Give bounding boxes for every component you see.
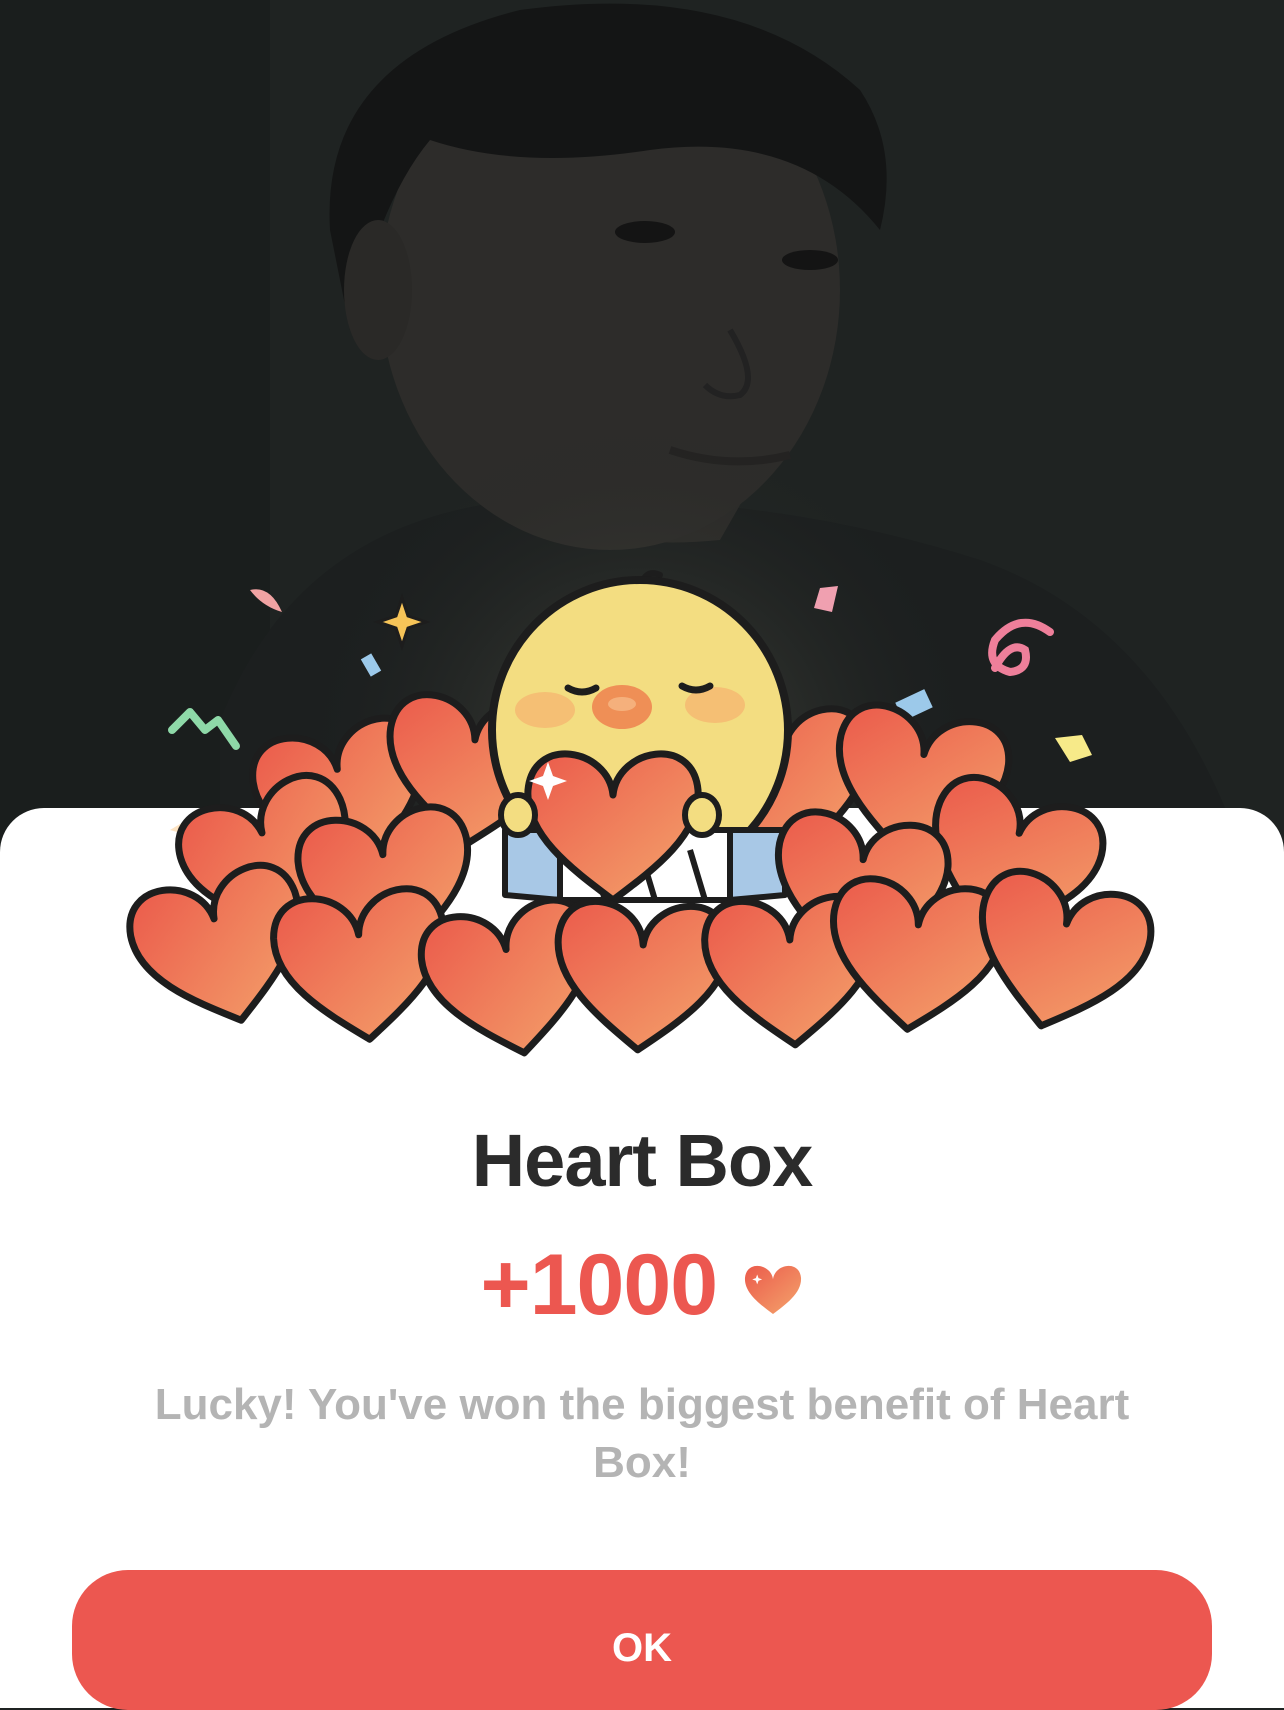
- dialog-title: Heart Box: [471, 1119, 814, 1202]
- heart-box-illustration: [0, 570, 1284, 1060]
- ok-button[interactable]: OK: [72, 1570, 1212, 1710]
- reward-amount-row: +1000: [0, 1236, 1284, 1335]
- ok-button-label: OK: [612, 1626, 672, 1670]
- heart-icon: [744, 1265, 801, 1314]
- reward-message: Lucky! You've won the biggest benefit of…: [154, 1380, 1130, 1487]
- reward-amount: +1000: [480, 1237, 719, 1333]
